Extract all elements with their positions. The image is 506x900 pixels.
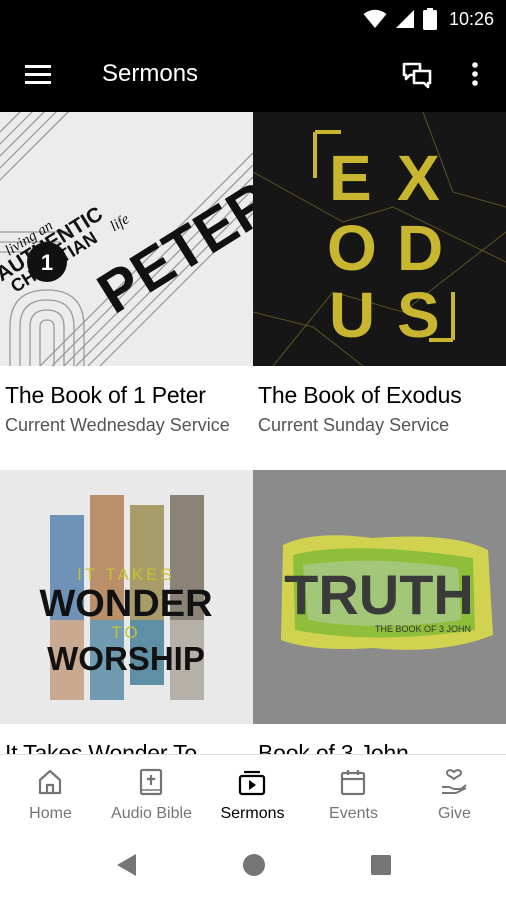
system-navigation-bar xyxy=(0,832,506,900)
art-letter-x: X xyxy=(397,142,440,214)
art-letter-d: D xyxy=(397,212,443,284)
calendar-icon xyxy=(340,770,366,796)
art-line-1: IT TAKES xyxy=(77,565,175,584)
status-icons: 10:26 xyxy=(363,8,494,30)
menu-icon xyxy=(25,65,51,84)
more-options-button[interactable] xyxy=(462,58,488,92)
nav-sermons[interactable]: Sermons xyxy=(202,755,303,833)
nav-audio-bible[interactable]: Audio Bible xyxy=(101,755,202,833)
wonder-art: IT TAKES WONDER TO WORSHIP xyxy=(39,495,213,700)
sermon-title: It Takes Wonder To ... xyxy=(5,740,222,754)
sermons-icon xyxy=(238,770,266,796)
sermon-title: The Book of Exodus xyxy=(258,382,462,408)
page-title: Sermons xyxy=(102,60,199,87)
back-icon[interactable] xyxy=(114,852,138,878)
exodus-art: E X O D U S xyxy=(253,112,506,366)
nav-label: Events xyxy=(329,805,378,822)
nav-label: Sermons xyxy=(220,805,285,822)
sermon-card-3-john[interactable]: TRUTH THE BOOK OF 3 JOHN Book of 3 John xyxy=(253,470,506,754)
nav-home[interactable]: Home xyxy=(0,755,101,833)
nav-give[interactable]: Give xyxy=(404,755,505,833)
status-time: 10:26 xyxy=(448,8,494,29)
recents-icon[interactable] xyxy=(369,852,393,878)
sermon-title: Book of 3 John xyxy=(258,740,409,754)
art-number: 1 xyxy=(41,250,53,275)
art-peter-word: PETER xyxy=(87,169,253,327)
nav-label: Give xyxy=(438,805,471,822)
sermon-subtitle: Current Wednesday Service xyxy=(5,415,230,435)
chat-icon xyxy=(402,62,432,89)
truth-art: TRUTH THE BOOK OF 3 JOHN xyxy=(253,470,506,724)
nav-label: Audio Bible xyxy=(111,805,192,822)
wifi-icon xyxy=(363,9,387,28)
art-letter-u: U xyxy=(329,279,375,351)
art-line-2: WONDER xyxy=(39,583,212,625)
sermon-card-exodus[interactable]: E X O D U S The Book of Exodus Current S… xyxy=(253,112,506,470)
nav-events[interactable]: Events xyxy=(303,755,404,833)
menu-button[interactable] xyxy=(22,60,56,90)
sermon-card-wonder-to-worship[interactable]: IT TAKES WONDER TO WORSHIP It Takes Wond… xyxy=(0,470,253,754)
sermon-card-1-peter[interactable]: living an AUTHENTIC CHRISTIAN life PETER… xyxy=(0,112,253,470)
sermon-artwork: living an AUTHENTIC CHRISTIAN life PETER… xyxy=(0,112,253,366)
sermon-subtitle: Current Sunday Service xyxy=(258,415,450,435)
bottom-navigation: Home Audio Bible Sermons Events Give xyxy=(0,754,506,832)
home-circle-icon[interactable] xyxy=(242,852,266,878)
battery-icon xyxy=(422,8,437,30)
status-bar: 10:26 xyxy=(0,0,506,38)
art-kicker-4: life xyxy=(108,211,133,235)
nav-label: Home xyxy=(29,805,72,822)
give-icon xyxy=(442,769,467,794)
art-letter-s: S xyxy=(397,279,440,351)
art-truth-caption: THE BOOK OF 3 JOHN xyxy=(375,624,471,634)
peter-art: living an AUTHENTIC CHRISTIAN life PETER… xyxy=(0,112,253,366)
sermon-grid: living an AUTHENTIC CHRISTIAN life PETER… xyxy=(0,112,506,754)
more-vert-icon xyxy=(472,62,478,86)
sermon-artwork: E X O D U S xyxy=(253,112,506,366)
art-truth-word: TRUTH xyxy=(284,563,474,626)
sermon-title: The Book of 1 Peter xyxy=(5,382,206,408)
art-letter-e: E xyxy=(329,142,372,214)
signal-icon xyxy=(395,10,414,28)
home-icon xyxy=(38,769,62,795)
sermon-artwork: TRUTH THE BOOK OF 3 JOHN xyxy=(253,470,506,724)
art-letter-o: O xyxy=(327,212,377,284)
sermon-artwork: IT TAKES WONDER TO WORSHIP xyxy=(0,470,253,724)
art-line-4: WORSHIP xyxy=(47,640,205,677)
bible-icon xyxy=(139,768,163,796)
chat-button[interactable] xyxy=(400,58,434,92)
app-bar: Sermons xyxy=(0,38,506,112)
